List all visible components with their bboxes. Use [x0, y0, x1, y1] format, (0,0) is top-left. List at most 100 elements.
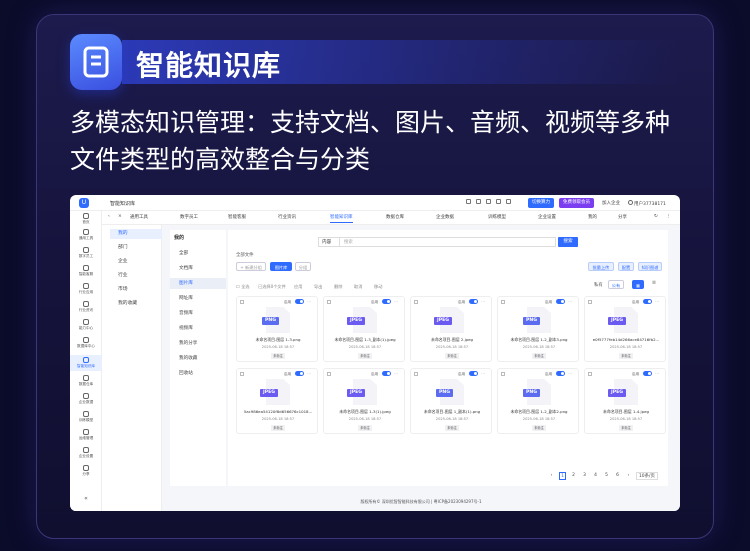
- sidebar-item-news[interactable]: 行业资讯: [70, 301, 102, 315]
- file-checkbox[interactable]: [240, 372, 244, 376]
- tab-service[interactable]: 智能客服: [228, 214, 246, 220]
- file-card[interactable]: 启用 ⋯ JPEG 未命名项目-图层 1-4.jpeg 2025-06-18 18:57…: [584, 368, 666, 434]
- sidebar-item-ops[interactable]: 运维管理: [70, 429, 102, 443]
- search-input[interactable]: 搜索: [340, 237, 556, 247]
- tab-warehouse[interactable]: 数据仓库: [386, 214, 404, 220]
- category-urls[interactable]: 网址库: [170, 293, 226, 304]
- join-enterprise-link[interactable]: 加入企业: [602, 200, 620, 206]
- file-card[interactable]: 启用 ⋯ JPEG 未命名项目-图层 1-3(1).jpeg 2025-06-18 18…: [323, 368, 405, 434]
- sidebar-item-settings[interactable]: 企业设置: [70, 447, 102, 461]
- category-video[interactable]: 视频库: [170, 323, 226, 334]
- more-icon[interactable]: ⋯: [394, 371, 398, 376]
- public-toggle[interactable]: 公有: [608, 280, 624, 289]
- enable-toggle[interactable]: [295, 371, 304, 376]
- select-all-checkbox[interactable]: ☐ 全选: [236, 284, 249, 290]
- apply-action[interactable]: 应用: [294, 284, 302, 290]
- tab-model[interactable]: 训练模型: [488, 214, 506, 220]
- tab-enterprise-data[interactable]: 企业数据: [436, 214, 454, 220]
- sidebar-item-warehouse[interactable]: 数据仓库: [70, 375, 102, 389]
- enable-toggle[interactable]: [382, 371, 391, 376]
- batch-upload-button[interactable]: 批量上传: [588, 262, 614, 271]
- page-3[interactable]: 3: [581, 472, 588, 480]
- knowledge-graph-button[interactable]: 知识图谱: [638, 262, 662, 271]
- tab-menu-icon[interactable]: ⋮: [666, 214, 671, 219]
- category-docs[interactable]: 文档库: [170, 263, 226, 274]
- tab-news[interactable]: 行业资讯: [278, 214, 296, 220]
- config-button[interactable]: 配置: [618, 262, 634, 271]
- enable-toggle[interactable]: [382, 299, 391, 304]
- scan-icon[interactable]: [486, 199, 491, 204]
- new-group-button[interactable]: + 新建分组: [236, 262, 266, 271]
- file-card[interactable]: 启用 ⋯ PNG 未命名项目-图层 1_副本(1).png 2025-06-18 18:…: [410, 368, 492, 434]
- sidebar-item-industry[interactable]: 行业应用: [70, 283, 102, 297]
- more-icon[interactable]: ⋯: [568, 299, 572, 304]
- more-icon[interactable]: ⋯: [481, 299, 485, 304]
- page-size-select[interactable]: 10条/页: [636, 472, 658, 480]
- subnav-department[interactable]: 部门: [110, 243, 162, 253]
- more-icon[interactable]: ⋯: [307, 299, 311, 304]
- private-toggle[interactable]: 私有: [594, 282, 603, 288]
- page-1[interactable]: 1: [559, 472, 566, 480]
- more-icon[interactable]: ⋯: [394, 299, 398, 304]
- tab-share[interactable]: 分享: [618, 214, 627, 220]
- file-checkbox[interactable]: [414, 372, 418, 376]
- more-icon[interactable]: ⋯: [655, 299, 659, 304]
- file-card[interactable]: 启用 ⋯ PNG 未命名项目-图层 1-3.png 2025-06-18 18:57 未标…: [236, 296, 318, 362]
- switch-power-button[interactable]: 切换算力: [528, 198, 554, 208]
- sidebar-item-model[interactable]: 训练模型: [70, 411, 102, 425]
- file-card[interactable]: 启用 ⋯ JPEG 5ac986ea54120f8d656676c1018... 202…: [236, 368, 318, 434]
- enable-toggle[interactable]: [295, 299, 304, 304]
- filter-image-library[interactable]: 图片库: [270, 262, 292, 271]
- enable-toggle[interactable]: [469, 299, 478, 304]
- search-type-select[interactable]: 内容: [318, 237, 340, 247]
- grid-view-icon[interactable]: ▦: [632, 280, 644, 289]
- category-audio[interactable]: 音频库: [170, 308, 226, 319]
- tab-settings[interactable]: 企业设置: [538, 214, 556, 220]
- collapse-sidebar-icon[interactable]: «: [70, 495, 102, 503]
- more-icon[interactable]: ⋯: [568, 371, 572, 376]
- tab-close-all-icon[interactable]: ×: [118, 214, 122, 219]
- page-4[interactable]: 4: [592, 472, 599, 480]
- sidebar-item-database[interactable]: 数据库中心: [70, 337, 102, 351]
- tab-tools[interactable]: 通用工具: [130, 214, 148, 220]
- tab-knowledge[interactable]: 智能知识库: [330, 214, 353, 223]
- subnav-enterprise[interactable]: 企业: [110, 257, 162, 267]
- move-action[interactable]: 移动: [374, 284, 382, 290]
- tab-employee[interactable]: 数字员工: [180, 214, 198, 220]
- next-page-icon[interactable]: ›: [625, 472, 632, 480]
- subnav-favorites[interactable]: 我的收藏: [110, 299, 162, 309]
- file-checkbox[interactable]: [414, 300, 418, 304]
- sidebar-item-ability[interactable]: 能力中心: [70, 319, 102, 333]
- delete-action[interactable]: 删除: [334, 284, 342, 290]
- enable-toggle[interactable]: [556, 371, 565, 376]
- more-icon[interactable]: ⋯: [307, 371, 311, 376]
- file-checkbox[interactable]: [240, 300, 244, 304]
- search-icon[interactable]: [466, 199, 471, 204]
- free-member-button[interactable]: 免费领取会员: [559, 198, 594, 208]
- file-card[interactable]: 启用 ⋯ JPEG 未命名项目-图层 1-3_副本(1).jpeg 2025-06-18…: [323, 296, 405, 362]
- sidebar-item-employee[interactable]: 数字员工: [70, 247, 102, 261]
- list-view-icon[interactable]: ☰: [652, 281, 656, 286]
- file-checkbox[interactable]: [588, 372, 592, 376]
- filter-group[interactable]: 分组: [295, 262, 311, 271]
- more-icon[interactable]: ⋯: [481, 371, 485, 376]
- enable-toggle[interactable]: [643, 299, 652, 304]
- prev-page-icon[interactable]: ‹: [548, 472, 555, 480]
- page-5[interactable]: 5: [603, 472, 610, 480]
- enable-toggle[interactable]: [556, 299, 565, 304]
- file-card[interactable]: 启用 ⋯ JPEG 未命名项目-图层 2.jpeg 2025-06-18 18:57 未标…: [410, 296, 492, 362]
- subnav-market[interactable]: 市场: [110, 285, 162, 295]
- file-card[interactable]: 启用 ⋯ PNG 未命名项目-图层 1-2_副本3.png 2025-06-18 18:…: [497, 296, 579, 362]
- screen-icon[interactable]: [506, 199, 511, 204]
- message-icon[interactable]: [496, 199, 501, 204]
- category-all[interactable]: 全部: [170, 248, 226, 259]
- user-menu[interactable]: 用户37738171: [628, 200, 666, 207]
- category-trash[interactable]: 回收站: [170, 368, 226, 379]
- enable-toggle[interactable]: [469, 371, 478, 376]
- grid-icon[interactable]: [476, 199, 481, 204]
- page-6[interactable]: 6: [614, 472, 621, 480]
- page-2[interactable]: 2: [570, 472, 577, 480]
- sidebar-item-knowledge[interactable]: 智能知识库: [70, 355, 102, 371]
- enable-toggle[interactable]: [643, 371, 652, 376]
- file-checkbox[interactable]: [327, 372, 331, 376]
